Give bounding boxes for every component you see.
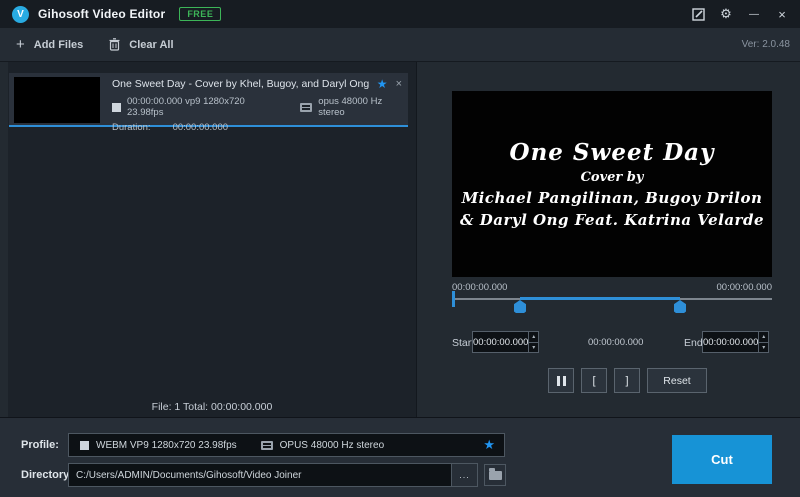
plus-icon: + xyxy=(16,37,25,52)
feedback-button[interactable] xyxy=(684,0,712,28)
app-window: V Gihosoft Video Editor FREE ⚙ — × + Add… xyxy=(0,0,800,497)
add-files-label: Add Files xyxy=(34,39,84,51)
profile-video-value: WEBM VP9 1280x720 23.98fps xyxy=(96,440,237,451)
preview-text-line2: Cover by xyxy=(581,170,644,185)
duration-value: 00:00:00.000 xyxy=(173,122,228,133)
reset-button[interactable]: Reset xyxy=(647,368,707,393)
profile-label: Profile: xyxy=(21,439,59,451)
end-time-value: 00:00:00.000 xyxy=(703,332,758,352)
directory-label: Directory: xyxy=(21,469,73,481)
preview-text-line4: & Daryl Ong Feat. Katrina Velarde xyxy=(460,211,764,229)
audio-stream-icon xyxy=(300,103,312,112)
version-text: Ver: 2.0.48 xyxy=(742,39,790,50)
add-files-button[interactable]: + Add Files xyxy=(16,37,83,52)
video-profile-icon xyxy=(80,441,89,450)
clear-all-button[interactable]: Clear All xyxy=(109,38,173,51)
app-title: Gihosoft Video Editor xyxy=(38,7,165,21)
output-panel: Profile: WEBM VP9 1280x720 23.98fps OPUS… xyxy=(0,417,800,497)
end-spin-down-icon[interactable]: ▾ xyxy=(759,343,768,353)
timeline-playhead[interactable] xyxy=(452,291,455,307)
gear-icon: ⚙ xyxy=(720,6,732,22)
video-preview[interactable]: One Sweet Day Cover by Michael Pangilina… xyxy=(452,91,772,277)
timeline: 00:00:00.000 00:00:00.000 xyxy=(452,282,772,318)
audio-profile-icon xyxy=(261,441,273,450)
browse-button[interactable]: ... xyxy=(451,464,477,486)
folder-icon xyxy=(489,471,502,480)
edit-square-icon xyxy=(692,8,705,21)
file-list-summary: File: 1 Total: 00:00:00.000 xyxy=(8,401,416,413)
start-time-input[interactable]: 00:00:00.000 ▴ ▾ xyxy=(472,331,539,353)
open-folder-button[interactable] xyxy=(484,464,506,486)
profile-audio-value: OPUS 48000 Hz stereo xyxy=(280,440,385,451)
file-info: One Sweet Day - Cover by Khel, Bugoy, an… xyxy=(100,73,408,125)
app-logo-icon: V xyxy=(12,6,29,23)
file-name: One Sweet Day - Cover by Khel, Bugoy, an… xyxy=(112,78,371,90)
favorite-star-icon[interactable]: ★ xyxy=(377,77,388,91)
video-stream-info: 00:00:00.000 vp9 1280x720 23.98fps xyxy=(127,96,272,118)
start-spin-down-icon[interactable]: ▾ xyxy=(529,343,538,353)
start-spin-up-icon[interactable]: ▴ xyxy=(529,332,538,343)
remove-file-icon[interactable]: × xyxy=(396,78,402,90)
settings-button[interactable]: ⚙ xyxy=(712,0,740,28)
trim-time-row: Start: 00:00:00.000 ▴ ▾ 00:00:00.000 End… xyxy=(452,331,772,355)
cut-button[interactable]: Cut xyxy=(672,435,772,484)
main-area: One Sweet Day - Cover by Khel, Bugoy, an… xyxy=(0,62,800,417)
preview-text-line3: Michael Pangilinan, Bugoy Drilon xyxy=(462,189,763,207)
timeline-current-time: 00:00:00.000 xyxy=(452,282,507,293)
close-icon: × xyxy=(778,7,786,22)
timeline-selected-range[interactable] xyxy=(520,297,680,300)
set-end-bracket-button[interactable]: ] xyxy=(614,368,640,393)
trim-end-handle[interactable] xyxy=(674,300,686,313)
minimize-button[interactable]: — xyxy=(740,0,768,28)
end-time-input[interactable]: 00:00:00.000 ▴ ▾ xyxy=(702,331,769,353)
profile-star-icon[interactable]: ★ xyxy=(483,437,495,453)
close-button[interactable]: × xyxy=(768,0,796,28)
directory-field[interactable]: C:/Users/ADMIN/Documents/Gihosoft/Video … xyxy=(68,463,478,487)
trash-icon xyxy=(109,38,120,51)
video-thumbnail xyxy=(14,77,100,123)
pause-icon xyxy=(557,376,560,386)
profile-field[interactable]: WEBM VP9 1280x720 23.98fps OPUS 48000 Hz… xyxy=(68,433,505,457)
set-start-bracket-button[interactable]: [ xyxy=(581,368,607,393)
file-list-item[interactable]: One Sweet Day - Cover by Khel, Bugoy, an… xyxy=(9,73,408,127)
timeline-total-time: 00:00:00.000 xyxy=(717,282,772,293)
trim-start-handle[interactable] xyxy=(514,300,526,313)
minimize-icon: — xyxy=(749,9,759,20)
start-time-value: 00:00:00.000 xyxy=(473,332,528,352)
playback-controls: [ ] Reset xyxy=(452,368,772,394)
selection-duration-value: 00:00:00.000 xyxy=(588,337,643,348)
directory-path-value: C:/Users/ADMIN/Documents/Gihosoft/Video … xyxy=(76,470,451,481)
title-bar: V Gihosoft Video Editor FREE ⚙ — × xyxy=(0,0,800,28)
audio-stream-info: opus 48000 Hz stereo xyxy=(318,96,404,118)
toolbar: + Add Files Clear All Ver: 2.0.48 xyxy=(0,28,800,62)
file-list-panel: One Sweet Day - Cover by Khel, Bugoy, an… xyxy=(8,62,417,417)
video-stream-icon xyxy=(112,103,121,112)
preview-text-line1: One Sweet Day xyxy=(510,139,715,166)
pause-button[interactable] xyxy=(548,368,574,393)
pause-icon xyxy=(563,376,566,386)
end-spin-up-icon[interactable]: ▴ xyxy=(759,332,768,343)
duration-label: Duration: xyxy=(112,122,151,133)
free-badge: FREE xyxy=(179,7,221,21)
clear-all-label: Clear All xyxy=(129,39,173,51)
